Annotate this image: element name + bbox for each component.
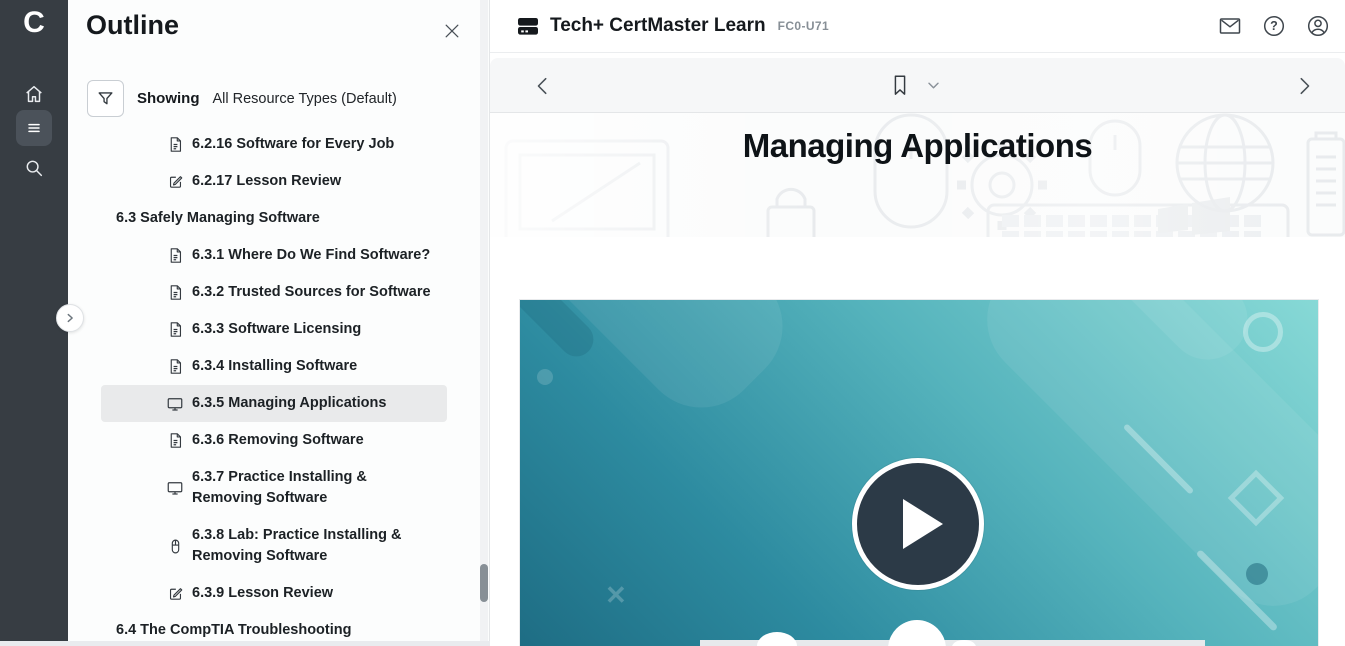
messages-button[interactable]	[1217, 13, 1243, 39]
filter-funnel-icon	[96, 89, 115, 108]
outline-section-label: 6.4 The CompTIA Troubleshooting	[116, 620, 352, 641]
brand: Tech+ CertMaster Learn FC0-U71	[516, 14, 829, 38]
lesson-banner: Managing Applications	[490, 113, 1345, 237]
chevron-left-icon	[534, 76, 552, 96]
outline-item-selected[interactable]: 6.3.5 Managing Applications	[101, 385, 447, 422]
screen-icon	[165, 394, 185, 414]
chevron-right-icon	[64, 312, 76, 324]
search-icon	[23, 157, 45, 179]
filter-label: Showing	[137, 90, 200, 107]
svg-text:?: ?	[1270, 19, 1278, 33]
play-button[interactable]	[852, 458, 984, 590]
outline-item[interactable]: 6.3.2 Trusted Sources for Software	[101, 274, 447, 311]
mouse-icon	[165, 536, 185, 556]
outline-item-label: 6.3.3 Software Licensing	[192, 319, 361, 340]
page-title: Managing Applications	[490, 127, 1345, 165]
play-icon	[903, 499, 943, 549]
video-logo-fragment	[888, 620, 946, 646]
outline-item[interactable]: 6.2.16 Software for Every Job	[101, 126, 447, 163]
video-decor-dot	[537, 369, 553, 385]
outline-scrollbar-track[interactable]	[480, 0, 488, 641]
rail-item-search[interactable]	[16, 150, 52, 186]
outline-item-label: 6.2.17 Lesson Review	[192, 171, 341, 192]
previous-page-button[interactable]	[531, 74, 555, 98]
edit-icon	[165, 172, 185, 192]
panel-collapse-button[interactable]	[56, 304, 84, 332]
outline-list: 6.2.16 Software for Every Job 6.2.17 Les…	[68, 126, 489, 646]
screen-icon	[165, 478, 185, 498]
outline-item-label: 6.3.5 Managing Applications	[192, 393, 386, 414]
bottom-edge-strip	[0, 641, 490, 646]
lesson-toolbar	[490, 58, 1345, 113]
video-decor-circle	[1243, 312, 1283, 352]
close-icon	[442, 21, 462, 41]
outline-item[interactable]: 6.3.8 Lab: Practice Installing & Removin…	[101, 517, 447, 575]
mail-icon	[1218, 14, 1242, 38]
outline-panel: Outline Showing All Resource Types (Defa…	[68, 0, 490, 641]
document-icon	[165, 431, 185, 451]
help-button[interactable]: ?	[1261, 13, 1287, 39]
outline-scrollbar-thumb[interactable]	[480, 564, 488, 602]
document-icon	[165, 135, 185, 155]
bookmark-button[interactable]	[889, 73, 911, 97]
outline-item-label: 6.3.4 Installing Software	[192, 356, 357, 377]
app-title: Tech+ CertMaster Learn	[550, 15, 766, 37]
document-icon	[165, 320, 185, 340]
outline-item[interactable]: 6.3.3 Software Licensing	[101, 311, 447, 348]
app-header: Tech+ CertMaster Learn FC0-U71 ?	[490, 0, 1345, 53]
video-decor-dot	[1246, 563, 1268, 585]
outline-item-label: 6.2.16 Software for Every Job	[192, 134, 394, 155]
outline-item-label: 6.3.8 Lab: Practice Installing & Removin…	[192, 525, 402, 567]
outline-item[interactable]: 6.2.17 Lesson Review	[101, 163, 447, 200]
lesson-video-player[interactable]: ✕	[520, 300, 1318, 646]
outline-item[interactable]: 6.3.4 Installing Software	[101, 348, 447, 385]
header-actions: ?	[1217, 13, 1331, 39]
chevron-down-icon	[927, 81, 940, 90]
bookmark-group	[889, 58, 940, 112]
filter-button[interactable]	[87, 80, 124, 117]
document-icon	[165, 246, 185, 266]
outline-title: Outline	[86, 10, 179, 41]
outline-item-label: 6.3.2 Trusted Sources for Software	[192, 282, 431, 303]
outline-item-label: 6.3.6 Removing Software	[192, 430, 364, 451]
edit-icon	[165, 584, 185, 604]
help-icon: ?	[1262, 14, 1286, 38]
bookmark-icon	[889, 73, 911, 97]
document-icon	[165, 357, 185, 377]
home-icon	[23, 83, 45, 105]
account-button[interactable]	[1305, 13, 1331, 39]
outline-item-label: 6.3.9 Lesson Review	[192, 583, 333, 604]
course-code: FC0-U71	[778, 19, 829, 33]
main-content: Tech+ CertMaster Learn FC0-U71 ?	[490, 0, 1345, 646]
course-stack-icon	[516, 14, 540, 38]
chevron-right-icon	[1295, 76, 1313, 96]
outline-item[interactable]: 6.3.9 Lesson Review	[101, 575, 447, 612]
rail-item-home[interactable]	[16, 76, 52, 112]
comptia-logo: C	[0, 4, 68, 42]
app-screen: C	[0, 0, 1345, 646]
video-logo-fragment	[757, 632, 797, 646]
outline-section-label: 6.3 Safely Managing Software	[116, 208, 320, 229]
filter-row: Showing All Resource Types (Default)	[87, 80, 397, 117]
next-page-button[interactable]	[1292, 74, 1316, 98]
filter-value: All Resource Types (Default)	[213, 91, 397, 107]
close-outline-button[interactable]	[439, 18, 465, 44]
document-icon	[165, 283, 185, 303]
account-icon	[1306, 14, 1330, 38]
outline-item[interactable]: 6.3.6 Removing Software	[101, 422, 447, 459]
outline-item-label: 6.3.7 Practice Installing & Removing Sof…	[192, 467, 367, 509]
video-decor-x: ✕	[605, 580, 627, 611]
outline-section[interactable]: 6.3 Safely Managing Software	[101, 200, 447, 237]
outline-item[interactable]: 6.3.1 Where Do We Find Software?	[101, 237, 447, 274]
bookmark-menu-button[interactable]	[927, 81, 940, 90]
outline-item[interactable]: 6.3.7 Practice Installing & Removing Sof…	[101, 459, 447, 517]
outline-list-icon	[24, 118, 44, 138]
outline-item-label: 6.3.1 Where Do We Find Software?	[192, 245, 430, 266]
rail-item-outline[interactable]	[16, 110, 52, 146]
